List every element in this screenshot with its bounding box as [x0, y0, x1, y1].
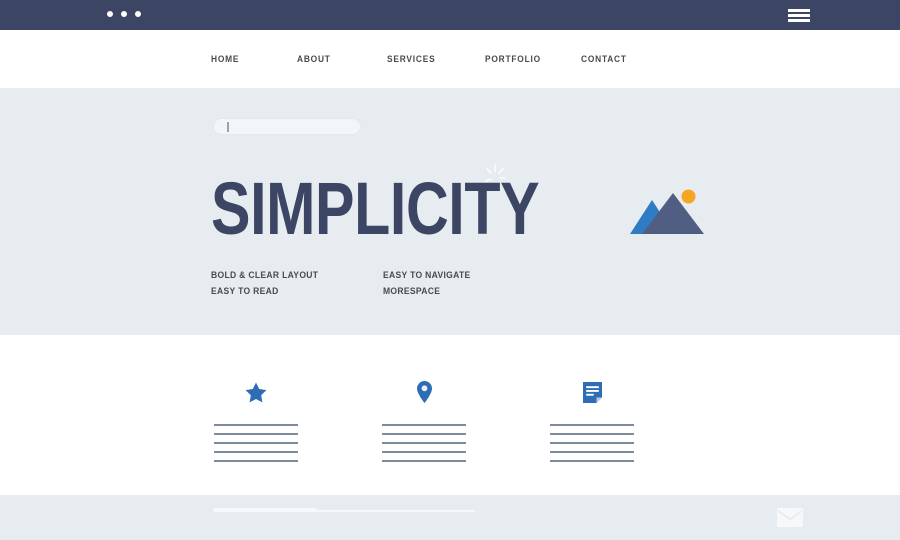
feature-card-1[interactable]: [214, 379, 298, 462]
nav-item-services[interactable]: SERVICES: [387, 54, 473, 65]
feature-text-placeholder-2: [382, 424, 466, 462]
text-caret: [227, 122, 229, 132]
placeholder-line: [214, 460, 298, 462]
tagline-1-line-2: EASY TO READ: [211, 286, 279, 297]
mountain-image-placeholder: [630, 189, 704, 234]
placeholder-line: [214, 451, 298, 453]
nav-item-about[interactable]: ABOUT: [297, 54, 376, 65]
nav-item-portfolio[interactable]: PORTFOLIO: [485, 54, 569, 65]
placeholder-line: [382, 442, 466, 444]
footer-text-placeholder: [213, 508, 475, 525]
tagline-column-1: BOLD & CLEAR LAYOUT EASY TO READ: [211, 268, 383, 300]
window-dot-3[interactable]: [135, 11, 141, 17]
search-input[interactable]: [213, 118, 361, 135]
footer-placeholder-line-2: [213, 510, 475, 512]
placeholder-line: [550, 451, 634, 453]
footer-section: [0, 495, 900, 540]
hero-taglines: BOLD & CLEAR LAYOUT EASY TO READ EASY TO…: [211, 268, 555, 300]
placeholder-line: [550, 460, 634, 462]
sun-icon: [681, 189, 696, 204]
envelope-icon[interactable]: [777, 508, 803, 527]
hamburger-bar-3: [788, 19, 810, 22]
sparkle-icon: [485, 164, 506, 182]
nav-list: HOME ABOUT SERVICES PORTFOLIO CONTACT: [211, 54, 661, 65]
document-icon: [550, 379, 634, 405]
features-section: [0, 335, 900, 495]
tagline-1-line-1: BOLD & CLEAR LAYOUT: [211, 270, 319, 281]
main-navigation: HOME ABOUT SERVICES PORTFOLIO CONTACT: [0, 30, 900, 88]
placeholder-line: [382, 433, 466, 435]
placeholder-line: [382, 451, 466, 453]
placeholder-line: [382, 424, 466, 426]
window-controls: [107, 11, 141, 17]
placeholder-line: [214, 433, 298, 435]
nav-item-contact[interactable]: CONTACT: [581, 54, 651, 65]
hamburger-bar-1: [788, 9, 810, 12]
landing-page-mockup: HOME ABOUT SERVICES PORTFOLIO CONTACT SI…: [0, 0, 900, 540]
hamburger-bar-2: [788, 14, 810, 17]
hamburger-icon[interactable]: [788, 9, 810, 22]
location-pin-icon: [382, 379, 466, 405]
tagline-2-line-2: MORESPACE: [383, 286, 441, 297]
placeholder-line: [550, 424, 634, 426]
feature-text-placeholder-3: [550, 424, 634, 462]
tagline-column-2: EASY TO NAVIGATE MORESPACE: [383, 268, 555, 300]
placeholder-line: [214, 442, 298, 444]
feature-card-3[interactable]: [550, 379, 634, 462]
feature-text-placeholder-1: [214, 424, 298, 462]
star-icon: [214, 379, 298, 405]
placeholder-line: [550, 442, 634, 444]
tagline-2-line-1: EASY TO NAVIGATE: [383, 270, 471, 281]
nav-item-home[interactable]: HOME: [211, 54, 287, 65]
window-dot-2[interactable]: [121, 11, 127, 17]
browser-topbar: [0, 0, 900, 30]
placeholder-line: [214, 424, 298, 426]
placeholder-line: [382, 460, 466, 462]
feature-card-2[interactable]: [382, 379, 466, 462]
window-dot-1[interactable]: [107, 11, 113, 17]
placeholder-line: [550, 433, 634, 435]
